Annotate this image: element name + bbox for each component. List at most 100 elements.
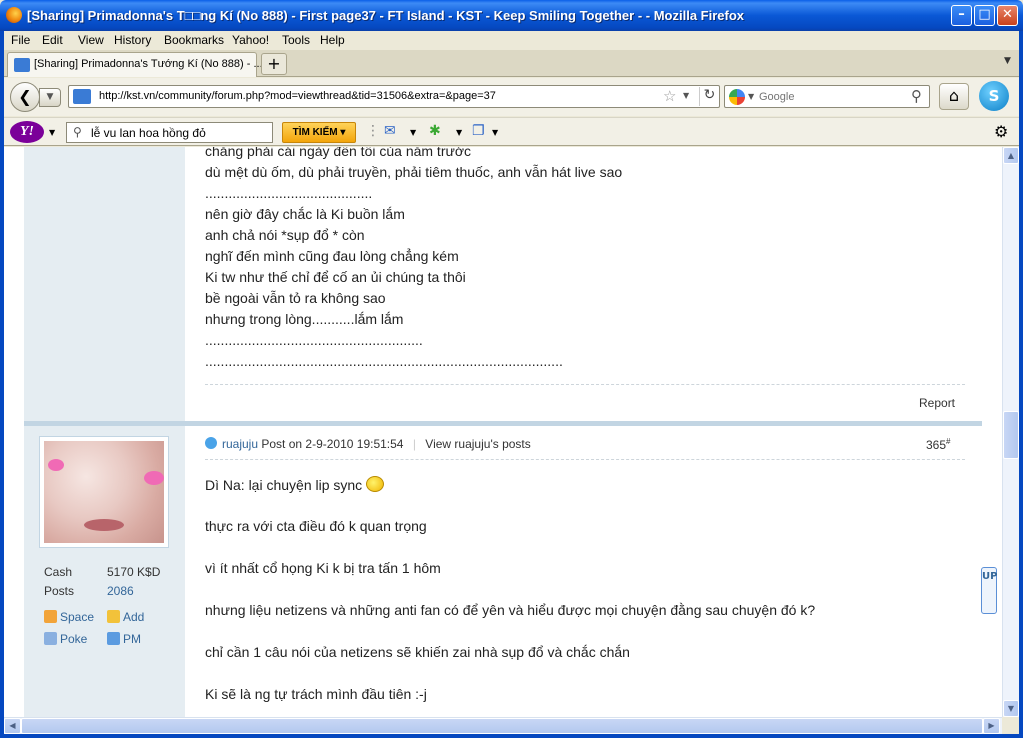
minimize-button[interactable]: – [951, 5, 972, 26]
prev-post-line: anh chả nói *sụp đổ * còn [205, 227, 365, 243]
skype-icon[interactable]: S [979, 81, 1009, 111]
posts-label: Posts [44, 584, 75, 598]
avatar-cheek-right [144, 471, 164, 485]
prev-post-line: ........................................… [205, 185, 373, 201]
title-bar: [Sharing] Primadonna's T□□ng Kí (No 888)… [0, 0, 1023, 31]
add-friend-link[interactable]: Add [107, 610, 144, 624]
page-icon[interactable]: ❐ [472, 123, 485, 141]
reload-icon[interactable]: ↻ [699, 87, 719, 106]
meta-divider: | [412, 437, 416, 451]
post-line: Dì Na: lại chuyện lip sync [205, 476, 385, 493]
yahoo-logo-icon[interactable]: Y! [10, 121, 44, 143]
menu-edit[interactable]: Edit [42, 33, 63, 47]
search-engine-arrow-icon[interactable]: ▼ [748, 92, 754, 101]
yahoo-search-input[interactable]: ⚲ lễ vu lan hoa hồng đỏ [66, 122, 273, 143]
scroll-up-arrow-icon[interactable]: ▲ [1003, 147, 1019, 164]
menu-view[interactable]: View [78, 33, 104, 47]
maximize-button[interactable]: □ [974, 5, 995, 26]
post-number-sup: # [946, 437, 951, 446]
mail-icon[interactable]: ✉ [384, 123, 396, 141]
scroll-down-arrow-icon[interactable]: ▼ [1003, 700, 1019, 717]
menu-tools[interactable]: Tools [282, 33, 310, 47]
space-icon [44, 610, 57, 623]
window-frame-bottom [0, 734, 1023, 738]
menu-file[interactable]: File [11, 33, 30, 47]
pm-link[interactable]: PM [107, 632, 141, 646]
tab-list-arrow-icon[interactable]: ▼ [1004, 56, 1011, 66]
scroll-right-arrow-icon[interactable]: ▶ [983, 718, 1000, 734]
menu-history[interactable]: History [114, 33, 151, 47]
post-line: thực ra với cta điều đó k quan trọng [205, 518, 427, 534]
post-line: chỉ cần 1 câu nói của netizens sẽ khiến … [205, 644, 630, 660]
url-text[interactable]: http://kst.vn/community/forum.php?mod=vi… [99, 90, 496, 102]
yahoo-search-button-label: TÌM KIẾM [292, 127, 338, 138]
home-button[interactable]: ⌂ [939, 83, 969, 110]
yahoo-menu-arrow-icon[interactable]: ▼ [49, 128, 55, 137]
search-icon[interactable]: ⚲ [911, 87, 922, 105]
yahoo-search-icon: ⚲ [73, 125, 82, 139]
menu-yahoo[interactable]: Yahoo! [232, 33, 269, 47]
space-link[interactable]: Space [44, 610, 94, 624]
posts-value[interactable]: 2086 [107, 584, 134, 598]
forward-dropdown-button[interactable]: ▼ [39, 88, 61, 107]
cash-value: 5170 K$D [107, 565, 161, 579]
widget-icon[interactable]: ✱ [429, 123, 441, 141]
avatar-image[interactable] [44, 441, 164, 543]
search-bar[interactable]: ▼ ⚲ [724, 85, 930, 108]
yahoo-search-button[interactable]: TÌM KIẾM ▾ [282, 122, 356, 143]
bookmark-star-icon[interactable]: ☆ [663, 87, 676, 105]
poke-icon [44, 632, 57, 645]
left-gutter [4, 147, 24, 717]
tab-label: [Sharing] Primadonna's Tướng Kí (No 888)… [34, 58, 263, 70]
page-content: chẳng phải cái ngày đến tối của năm trướ… [4, 147, 1002, 717]
close-button[interactable]: ✕ [997, 5, 1018, 26]
gear-icon[interactable]: ⚙ [994, 122, 1008, 141]
author-link[interactable]: ruajuju [222, 437, 258, 451]
view-posts-link[interactable]: View ruajuju's posts [425, 437, 530, 451]
google-engine-icon[interactable] [729, 89, 745, 105]
report-link[interactable]: Report [919, 396, 955, 410]
back-button[interactable]: ❮ [10, 82, 40, 112]
prev-post-line: ........................................… [205, 353, 563, 369]
mail-arrow-icon[interactable]: ▼ [410, 128, 416, 146]
post-number[interactable]: 365# [926, 437, 950, 452]
menu-help[interactable]: Help [320, 33, 345, 47]
add-friend-icon [107, 610, 120, 623]
tab-active[interactable]: [Sharing] Primadonna's Tướng Kí (No 888)… [7, 52, 263, 77]
poke-link[interactable]: Poke [44, 632, 87, 646]
right-gutter [982, 147, 1002, 717]
yahoo-search-text[interactable]: lễ vu lan hoa hồng đỏ [91, 126, 206, 140]
prev-post-line: bề ngoài vẫn tỏ ra không sao [205, 290, 386, 306]
post-line-text: Dì Na: lại chuyện lip sync [205, 477, 363, 493]
avatar-lips [84, 519, 124, 531]
scroll-left-arrow-icon[interactable]: ◀ [4, 718, 21, 734]
post-number-value: 365 [926, 438, 947, 452]
pm-label: PM [123, 632, 141, 646]
post-divider [205, 384, 965, 385]
post-line: nhưng liệu netizens và những anti fan có… [205, 602, 816, 618]
smiley-icon [366, 476, 385, 492]
post-separator [24, 421, 982, 426]
navigation-bar: ❮ ▼ http://kst.vn/community/forum.php?mo… [4, 78, 1019, 116]
widget-arrow-icon[interactable]: ▼ [456, 128, 462, 146]
post-line: vì ít nhất cổ họng Ki k bị tra tấn 1 hôm [205, 560, 441, 576]
new-tab-button[interactable]: + [261, 53, 287, 75]
firefox-icon [6, 7, 22, 23]
yahoo-toolbar: Y! ▼ ⚲ lễ vu lan hoa hồng đỏ TÌM KIẾM ▾ … [4, 117, 1019, 146]
scroll-to-top-label: UP [982, 571, 998, 582]
horizontal-scrollbar[interactable]: ◀ ▶ [4, 717, 1002, 734]
space-label: Space [60, 610, 95, 624]
menu-bookmarks[interactable]: Bookmarks [164, 33, 224, 47]
avatar[interactable] [39, 436, 169, 548]
avatar-cheek-left [48, 459, 64, 471]
address-bar[interactable]: http://kst.vn/community/forum.php?mod=vi… [68, 85, 720, 108]
vertical-scrollbar[interactable]: ▲ ▼ [1002, 147, 1019, 717]
horizontal-scroll-thumb[interactable] [21, 718, 983, 734]
vertical-scroll-thumb[interactable] [1003, 411, 1019, 459]
site-identity-icon[interactable] [73, 89, 91, 104]
add-label: Add [123, 610, 145, 624]
search-input[interactable] [759, 89, 904, 105]
page-arrow-icon[interactable]: ▼ [492, 128, 498, 146]
scroll-to-top-button[interactable]: UP [981, 567, 997, 614]
url-history-arrow-icon[interactable]: ▼ [683, 91, 689, 100]
